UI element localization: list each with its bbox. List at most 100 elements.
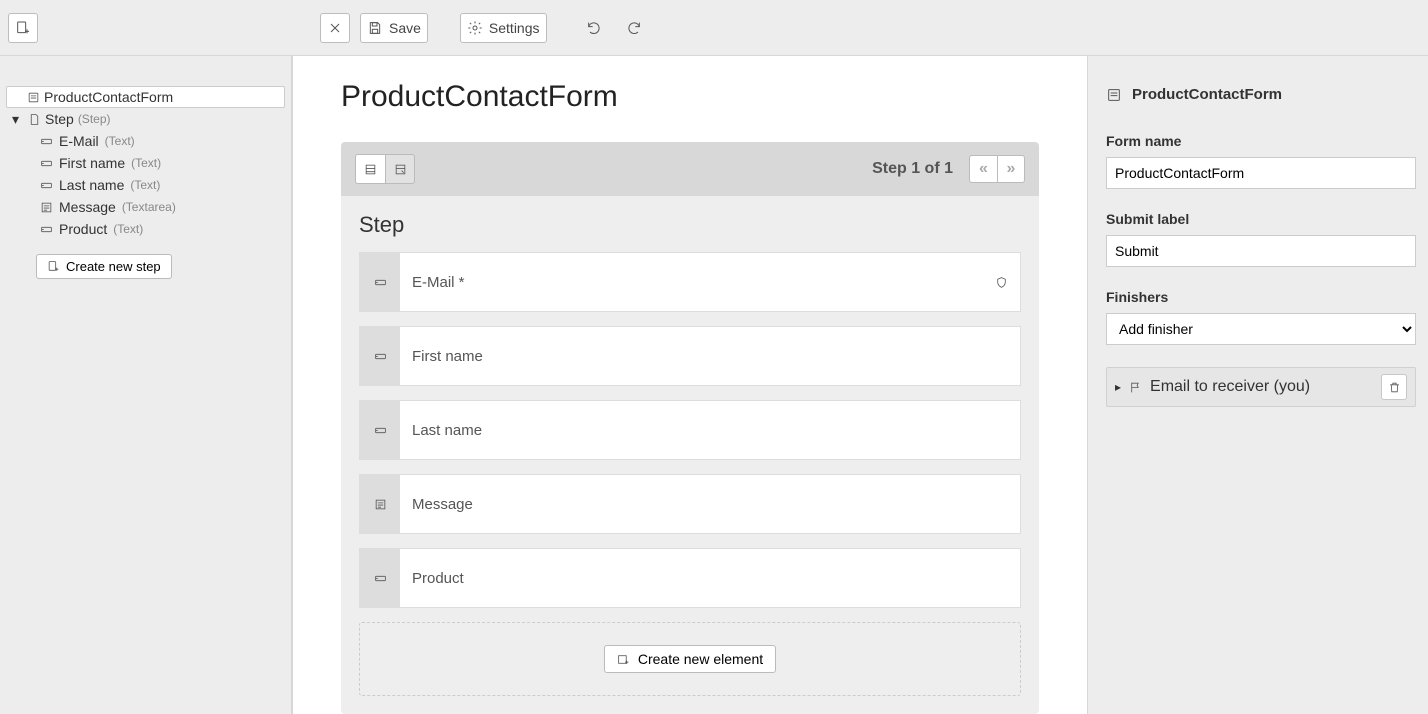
field-icon <box>40 135 53 148</box>
flag-icon <box>1129 381 1142 394</box>
tree-item-label: Message <box>59 199 116 215</box>
gear-icon <box>467 20 483 36</box>
save-label: Save <box>389 20 421 36</box>
tree-item[interactable]: Message (Textarea) <box>30 196 285 218</box>
create-step-label: Create new step <box>66 259 161 274</box>
redo-icon <box>626 20 642 36</box>
tree-root[interactable]: ProductContactForm <box>6 86 285 108</box>
submit-label-label: Submit label <box>1106 211 1416 227</box>
list-icon <box>364 163 377 176</box>
field-label-text: Product <box>412 570 464 587</box>
field-label: Last name <box>400 401 1020 459</box>
tree-step-type: (Step) <box>78 112 111 126</box>
editor: ProductContactForm Step 1 of 1 « » <box>292 56 1088 714</box>
close-button[interactable] <box>320 13 350 43</box>
field-label: Product <box>400 549 1020 607</box>
toolbar-left <box>8 13 300 43</box>
next-step-button[interactable]: » <box>997 155 1025 183</box>
step-pager: « » <box>969 155 1025 183</box>
field-type-icon <box>374 424 387 437</box>
finishers-select[interactable]: Add finisher <box>1106 313 1416 345</box>
sidebar: ProductContactForm ▾ Step (Step) E-Mail … <box>0 56 292 714</box>
field-label-text: Last name <box>412 422 482 439</box>
add-page-icon <box>47 260 60 273</box>
step-body: Step E-Mail *First nameLast nameMessageP… <box>341 196 1039 714</box>
field-row[interactable]: Last name <box>359 400 1021 460</box>
field-type-icon <box>374 498 387 511</box>
tree-item-label: First name <box>59 155 125 171</box>
view-edit-button[interactable] <box>385 154 415 184</box>
create-step-button[interactable]: Create new step <box>36 254 172 279</box>
tree-item-label: Product <box>59 221 107 237</box>
field-label-text: E-Mail * <box>412 274 465 291</box>
inspector-title: ProductContactForm <box>1132 86 1282 103</box>
redo-button[interactable] <box>619 13 649 43</box>
tree-item[interactable]: First name (Text) <box>30 152 285 174</box>
layout: ProductContactForm ▾ Step (Step) E-Mail … <box>0 56 1428 714</box>
field-label-text: First name <box>412 348 483 365</box>
undo-button[interactable] <box>579 13 609 43</box>
field-handle[interactable] <box>360 327 400 385</box>
tree-item[interactable]: Last name (Text) <box>30 174 285 196</box>
tree-item-type: (Textarea) <box>122 200 176 214</box>
finisher-item[interactable]: ▸ Email to receiver (you) <box>1106 367 1416 407</box>
step-header: Step 1 of 1 « » <box>341 142 1039 196</box>
settings-button[interactable]: Settings <box>460 13 547 43</box>
field-type-icon <box>374 572 387 585</box>
inspector: ProductContactForm Form name Submit labe… <box>1088 56 1428 714</box>
new-form-button[interactable] <box>8 13 38 43</box>
tree-item[interactable]: E-Mail (Text) <box>30 130 285 152</box>
form-name-input[interactable] <box>1106 157 1416 189</box>
save-icon <box>367 20 383 36</box>
tree-item-type: (Text) <box>113 222 143 236</box>
view-toggles <box>355 154 415 184</box>
delete-finisher-button[interactable] <box>1381 374 1407 400</box>
prev-step-button[interactable]: « <box>969 155 997 183</box>
tree-item-type: (Text) <box>130 178 160 192</box>
submit-label-input[interactable] <box>1106 235 1416 267</box>
save-button[interactable]: Save <box>360 13 428 43</box>
toolbar-main: Save Settings <box>300 13 1420 43</box>
field-icon <box>40 179 53 192</box>
fields-container: E-Mail * First name Last name Message Produc… <box>359 252 1021 608</box>
field-row[interactable]: First name <box>359 326 1021 386</box>
field-row[interactable]: Message <box>359 474 1021 534</box>
field-label-text: Message <box>412 496 473 513</box>
field-row[interactable]: Product <box>359 548 1021 608</box>
tree-item-type: (Text) <box>131 156 161 170</box>
caret-down-icon[interactable]: ▾ <box>12 111 24 128</box>
field-icon <box>40 223 53 236</box>
tree-step-label: Step <box>45 111 74 127</box>
create-element-area: Create new element <box>359 622 1021 696</box>
field-handle[interactable] <box>360 475 400 533</box>
field-type-icon <box>374 276 387 289</box>
view-list-button[interactable] <box>355 154 385 184</box>
page-title: ProductContactForm <box>341 80 1039 114</box>
create-element-label: Create new element <box>638 651 763 667</box>
field-handle[interactable] <box>360 549 400 607</box>
field-handle[interactable] <box>360 253 400 311</box>
field-label: E-Mail * <box>400 253 1020 311</box>
field-handle[interactable] <box>360 401 400 459</box>
tree-step[interactable]: ▾ Step (Step) <box>6 108 285 130</box>
field-icon <box>40 201 53 214</box>
trash-icon <box>1388 381 1401 394</box>
chevron-right-icon: » <box>1007 160 1016 178</box>
finisher-item-label: Email to receiver (you) <box>1150 378 1310 396</box>
inspector-header: ProductContactForm <box>1106 86 1416 103</box>
tree-item-label: Last name <box>59 177 124 193</box>
finisher-left: ▸ Email to receiver (you) <box>1115 378 1310 396</box>
undo-icon <box>586 20 602 36</box>
chevron-right-icon[interactable]: ▸ <box>1115 380 1121 394</box>
field-label: First name <box>400 327 1020 385</box>
step-counter: Step 1 of 1 <box>872 160 953 178</box>
tree-item-label: E-Mail <box>59 133 99 149</box>
tree-item[interactable]: Product (Text) <box>30 218 285 240</box>
form-name-label: Form name <box>1106 133 1416 149</box>
settings-label: Settings <box>489 20 540 36</box>
add-page-icon <box>15 20 31 36</box>
step-nav: Step 1 of 1 « » <box>872 155 1025 183</box>
field-row[interactable]: E-Mail * <box>359 252 1021 312</box>
create-element-button[interactable]: Create new element <box>604 645 776 673</box>
page-icon <box>28 113 41 126</box>
